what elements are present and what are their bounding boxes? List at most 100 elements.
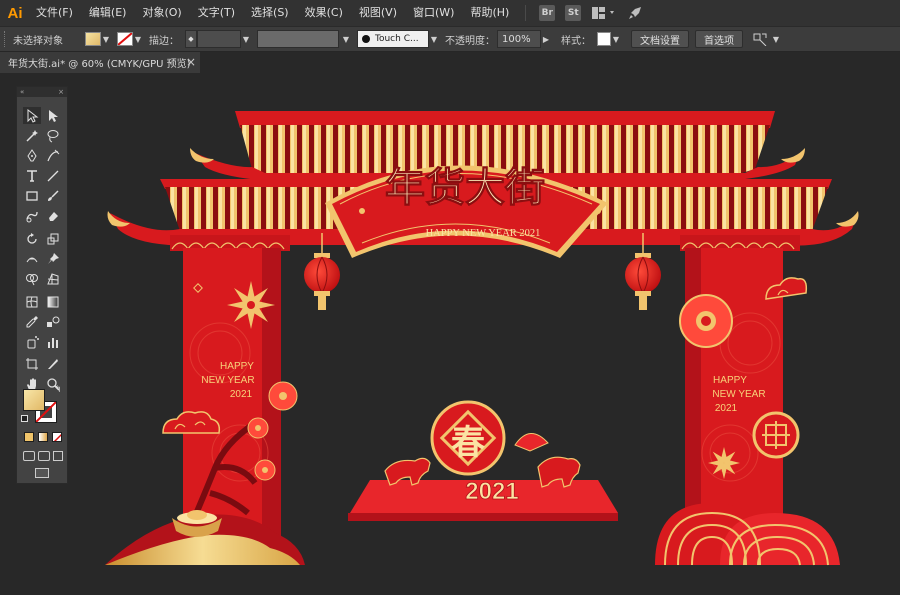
stroke-weight-dropdown[interactable]: ▼ <box>241 32 251 46</box>
draw-inside-button[interactable] <box>53 451 63 461</box>
line-segment-icon <box>47 170 59 181</box>
puppet-warp-tool[interactable] <box>44 250 62 267</box>
symbol-sprayer-tool[interactable] <box>23 333 41 350</box>
lasso-tool[interactable] <box>44 127 62 144</box>
pen-tool[interactable] <box>23 147 41 164</box>
stroke-swatch[interactable] <box>117 32 133 46</box>
shaper-tool[interactable] <box>23 207 41 224</box>
stock-button[interactable]: St <box>564 5 582 21</box>
stroke-weight-stepper[interactable]: ◆ <box>185 30 197 48</box>
artboard-canvas[interactable]: HAPPY NEW YEAR 2021 HAPPY NEW YEAR 2021 … <box>0 73 900 595</box>
right-gold-flower <box>708 447 740 479</box>
control-bar-grip[interactable] <box>4 31 7 47</box>
variable-width-dropdown[interactable]: ▼ <box>341 32 351 46</box>
bridge-button[interactable]: Br <box>538 5 556 21</box>
slice-tool[interactable] <box>44 355 62 372</box>
selection-tool[interactable] <box>23 107 41 124</box>
perspective-grid-tool[interactable] <box>44 270 62 287</box>
graphic-style-dropdown[interactable]: ▼ <box>611 32 621 46</box>
spring-character: 春 <box>451 423 485 463</box>
right-pillar-line-2: NEW YEAR <box>712 389 765 400</box>
style-label: 样式： <box>561 35 591 47</box>
menu-file[interactable]: 文件(F) <box>30 0 81 26</box>
arrange-documents-button[interactable] <box>590 5 618 21</box>
stroke-weight-input[interactable] <box>197 30 241 48</box>
chinese-new-year-archway-artwork: HAPPY NEW YEAR 2021 HAPPY NEW YEAR 2021 … <box>105 111 859 566</box>
symbol-sprayer-icon <box>27 335 39 348</box>
eyedropper-tool[interactable] <box>23 313 41 330</box>
none-mode-button[interactable] <box>52 432 62 442</box>
width-tool-icon <box>26 257 38 262</box>
preferences-button[interactable]: 首选项 <box>695 30 743 48</box>
brush-definition-select[interactable]: Touch C... <box>357 30 429 48</box>
default-fill-stroke-icon[interactable] <box>21 415 28 422</box>
menu-separator <box>525 5 527 21</box>
no-stroke-icon <box>118 33 132 45</box>
menu-view[interactable]: 视图(V) <box>351 0 405 26</box>
column-graph-tool[interactable] <box>44 333 62 350</box>
left-pillar-line-2: NEW YEAR <box>201 375 254 386</box>
draw-behind-button[interactable] <box>38 451 50 461</box>
variable-width-profile[interactable] <box>257 30 339 48</box>
gpu-performance-button[interactable] <box>626 5 644 21</box>
screen-mode-button[interactable] <box>35 468 49 478</box>
quick-actions-dropdown[interactable]: ▼ <box>771 32 781 46</box>
color-mode-button[interactable] <box>24 432 34 442</box>
tools-panel: « × ↰ <box>16 86 68 484</box>
tools-close-icon[interactable]: × <box>58 87 64 97</box>
curvature-tool[interactable] <box>44 147 62 164</box>
draw-normal-button[interactable] <box>23 451 35 461</box>
pen-nib-icon <box>27 148 37 161</box>
opacity-arrow[interactable]: ▶ <box>541 32 551 46</box>
right-pillar-line-3: 2021 <box>715 403 738 414</box>
swap-fill-stroke-icon[interactable]: ↰ <box>54 385 62 395</box>
mesh-tool[interactable] <box>23 293 41 310</box>
eraser-tool[interactable] <box>44 207 62 224</box>
fill-swatch[interactable] <box>85 32 101 46</box>
line-segment-tool[interactable] <box>44 167 62 184</box>
scale-tool[interactable] <box>44 230 62 247</box>
fill-dropdown-arrow[interactable]: ▼ <box>101 32 111 46</box>
width-tool[interactable] <box>23 250 41 267</box>
control-bar: 未选择对象 ▼ ▼ 描边： ◆ ▼ ▼ Touch C... ▼ 不透明度： 1… <box>0 26 900 52</box>
paintbrush-tool[interactable] <box>44 187 62 204</box>
menu-edit[interactable]: 编辑(E) <box>81 0 135 26</box>
bridge-icon: Br <box>539 5 556 21</box>
stroke-dropdown-arrow[interactable]: ▼ <box>133 32 143 46</box>
banner-title: 年货大街 <box>385 165 545 211</box>
artboard-tool[interactable] <box>23 355 41 372</box>
opacity-label[interactable]: 不透明度： <box>445 32 495 47</box>
menu-object[interactable]: 对象(O) <box>134 0 189 26</box>
rotate-tool[interactable] <box>23 230 41 247</box>
type-tool[interactable] <box>23 167 41 184</box>
graphic-style-swatch[interactable] <box>597 32 611 46</box>
gradient-tool[interactable] <box>44 293 62 310</box>
mesh-grid-icon <box>26 296 38 307</box>
blend-tool[interactable] <box>44 313 62 330</box>
type-t-icon <box>27 169 37 182</box>
shape-builder-tool[interactable] <box>23 270 41 287</box>
menu-type[interactable]: 文字(T) <box>190 0 243 26</box>
opacity-input[interactable]: 100% <box>497 30 541 48</box>
eraser-icon <box>49 211 58 221</box>
direct-selection-tool[interactable] <box>44 107 62 124</box>
menu-effect[interactable]: 效果(C) <box>297 0 351 26</box>
tools-panel-header[interactable]: « × <box>17 87 67 97</box>
rotate-icon <box>27 232 37 244</box>
fill-color-swatch[interactable] <box>23 389 45 411</box>
document-tab-close-icon[interactable]: × <box>186 55 196 69</box>
banner-subtitle: HAPPY NEW YEAR 2021 <box>426 228 541 239</box>
document-setup-button[interactable]: 文档设置 <box>631 30 689 48</box>
menu-help[interactable]: 帮助(H) <box>462 0 517 26</box>
gradient-mode-button[interactable] <box>38 432 48 442</box>
lasso-icon <box>47 129 59 142</box>
menu-select[interactable]: 选择(S) <box>243 0 297 26</box>
rectangle-tool[interactable] <box>23 187 41 204</box>
curvature-pen-icon <box>47 149 60 161</box>
menu-window[interactable]: 窗口(W) <box>405 0 462 26</box>
tools-collapse-icon[interactable]: « <box>20 87 24 97</box>
magic-wand-tool[interactable] <box>23 127 41 144</box>
quick-actions-button[interactable] <box>749 30 771 48</box>
document-tab[interactable]: 年货大街.ai* @ 60% (CMYK/GPU 预览) <box>0 52 200 73</box>
brush-dropdown-arrow[interactable]: ▼ <box>429 32 439 46</box>
